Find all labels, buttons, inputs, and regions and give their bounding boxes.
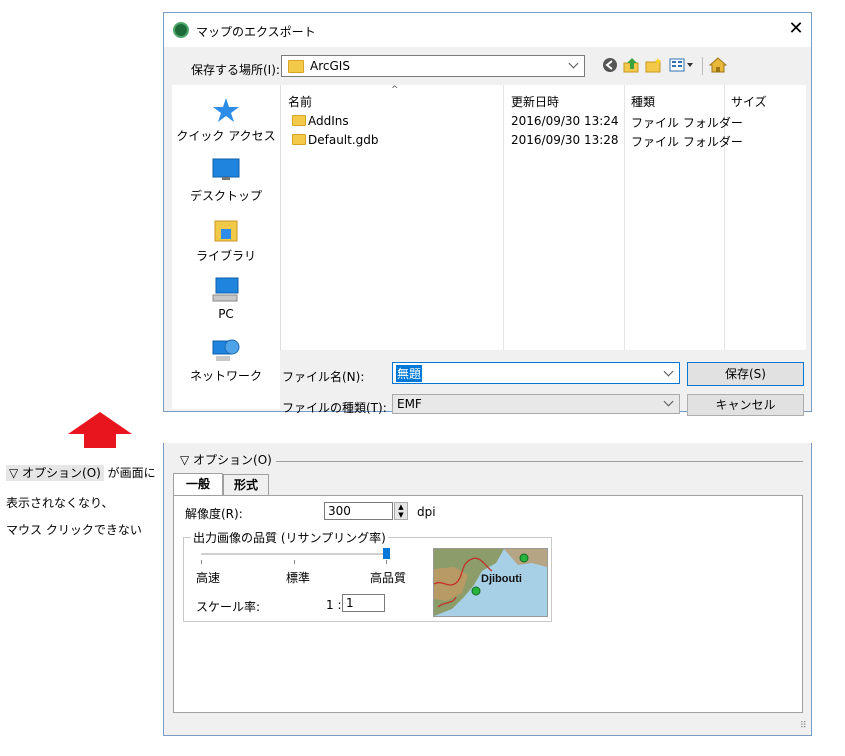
note-line-1: ▽ オプション(O) が画面に bbox=[6, 464, 156, 481]
map-preview: Djibouti bbox=[433, 548, 548, 617]
column-header-name[interactable]: 名前 bbox=[288, 93, 312, 110]
tab-format[interactable]: 形式 bbox=[223, 474, 269, 495]
column-header-size[interactable]: サイズ bbox=[731, 93, 767, 110]
column-header-date[interactable]: 更新日時 bbox=[511, 93, 559, 110]
options-panel: ▽ オプション(O) 一般 形式 解像度(R): 300 ▲ ▼ dpi 出力画像… bbox=[163, 443, 812, 736]
close-button[interactable]: ✕ bbox=[784, 17, 808, 41]
file-date: 2016/09/30 13:28 bbox=[511, 133, 619, 147]
view-menu-icon[interactable] bbox=[669, 57, 695, 75]
note-option-chip: ▽ オプション(O) bbox=[6, 465, 104, 481]
location-value: ArcGIS bbox=[310, 59, 350, 73]
map-city-label: Djibouti bbox=[481, 573, 522, 585]
file-type: ファイル フォルダー bbox=[631, 116, 743, 130]
dialog-title: マップのエクスポート bbox=[196, 25, 316, 39]
scale-label: スケール率: bbox=[196, 600, 261, 614]
file-list[interactable]: ^ 名前 更新日時 種類 サイズ AddIns 2016/09/30 13:24… bbox=[280, 85, 806, 350]
sort-ascending-icon: ^ bbox=[391, 85, 399, 95]
tab-general[interactable]: 一般 bbox=[173, 473, 223, 496]
quality-slider-track[interactable] bbox=[201, 553, 387, 555]
resolution-label: 解像度(R): bbox=[185, 507, 243, 521]
title-bar: マップのエクスポート ✕ bbox=[164, 13, 811, 47]
column-header-type[interactable]: 種類 bbox=[631, 93, 655, 110]
desktop-icon bbox=[212, 157, 240, 183]
file-type: ファイル フォルダー bbox=[631, 135, 743, 149]
file-name: Default.gdb bbox=[308, 133, 379, 147]
quality-group: 出力画像の品質 (リサンプリング率) 高速 標準 高品質 スケール率: 1 : … bbox=[183, 529, 552, 622]
table-row[interactable]: Default.gdb 2016/09/30 13:28 ファイル フォルダー bbox=[281, 131, 806, 149]
filename-input[interactable]: 無題 bbox=[392, 362, 680, 384]
filetype-label: ファイルの種類(T): bbox=[282, 401, 387, 415]
back-icon[interactable] bbox=[601, 57, 619, 75]
quality-high-label: 高品質 bbox=[370, 571, 407, 585]
nav-item-quick-access[interactable]: クイック アクセス bbox=[172, 127, 280, 144]
chevron-down-icon[interactable] bbox=[663, 366, 674, 377]
options-toggle[interactable]: ▽ オプション(O) bbox=[176, 451, 276, 468]
slider-tick bbox=[386, 560, 387, 564]
nav-item-network[interactable]: ネットワーク bbox=[172, 367, 280, 384]
quality-mid-label: 標準 bbox=[286, 571, 311, 585]
quality-slider-thumb[interactable] bbox=[383, 548, 390, 559]
home-icon[interactable] bbox=[708, 57, 728, 75]
scale-input[interactable]: 1 bbox=[342, 594, 385, 612]
quick-access-star-icon bbox=[212, 97, 240, 123]
slider-tick bbox=[201, 560, 202, 564]
nav-item-desktop[interactable]: デスクトップ bbox=[172, 187, 280, 204]
filetype-dropdown[interactable]: EMF bbox=[392, 394, 680, 414]
pc-icon bbox=[212, 277, 240, 303]
filename-value: 無題 bbox=[396, 365, 423, 382]
quality-low-label: 高速 bbox=[196, 571, 221, 585]
folder-icon bbox=[292, 115, 306, 126]
resize-grip-icon[interactable]: ⠿ bbox=[800, 721, 807, 731]
navigation-pane: クイック アクセス デスクトップ ライブラリ PC ネットワーク bbox=[172, 85, 280, 409]
toolbar-divider bbox=[702, 57, 703, 75]
filetype-value: EMF bbox=[397, 397, 422, 411]
note-line-2: 表示されなくなり、 bbox=[6, 496, 114, 510]
scale-prefix: 1 : bbox=[326, 598, 342, 612]
map-preview-image: Djibouti bbox=[434, 549, 547, 616]
resolution-spinner[interactable]: ▲ ▼ bbox=[394, 502, 408, 520]
folder-icon bbox=[288, 60, 304, 73]
up-arrow-shaft bbox=[84, 434, 116, 448]
quality-group-title: 出力画像の品質 (リサンプリング率) bbox=[191, 529, 388, 546]
network-icon bbox=[212, 337, 240, 363]
tab-content-general: 解像度(R): 300 ▲ ▼ dpi 出力画像の品質 (リサンプリング率) 高速… bbox=[173, 495, 803, 713]
table-row[interactable]: AddIns 2016/09/30 13:24 ファイル フォルダー bbox=[281, 112, 806, 130]
filename-label: ファイル名(N): bbox=[282, 370, 365, 384]
slider-tick bbox=[294, 560, 295, 564]
up-arrow-icon bbox=[68, 412, 132, 434]
app-globe-icon bbox=[173, 22, 189, 38]
cancel-button[interactable]: キャンセル bbox=[687, 394, 804, 416]
nav-item-pc[interactable]: PC bbox=[172, 307, 280, 321]
resolution-input[interactable]: 300 bbox=[324, 502, 393, 520]
note-line-1-text: が画面に bbox=[103, 466, 156, 480]
up-folder-icon[interactable] bbox=[623, 57, 641, 75]
new-folder-icon[interactable] bbox=[645, 57, 663, 75]
location-label: 保存する場所(I): bbox=[191, 63, 280, 77]
folder-icon bbox=[292, 134, 306, 145]
file-date: 2016/09/30 13:24 bbox=[511, 114, 619, 128]
library-icon bbox=[212, 217, 240, 243]
nav-item-library[interactable]: ライブラリ bbox=[172, 247, 280, 264]
save-button[interactable]: 保存(S) bbox=[687, 362, 804, 386]
file-name: AddIns bbox=[308, 114, 349, 128]
export-map-dialog: マップのエクスポート ✕ 保存する場所(I): ArcGIS クイック アクセス… bbox=[163, 12, 812, 416]
location-dropdown[interactable]: ArcGIS bbox=[281, 55, 585, 77]
resolution-unit: dpi bbox=[417, 505, 436, 519]
chevron-down-icon[interactable] bbox=[568, 58, 579, 69]
note-line-3: マウス クリックできない bbox=[6, 523, 142, 537]
chevron-down-icon[interactable] bbox=[663, 396, 674, 407]
